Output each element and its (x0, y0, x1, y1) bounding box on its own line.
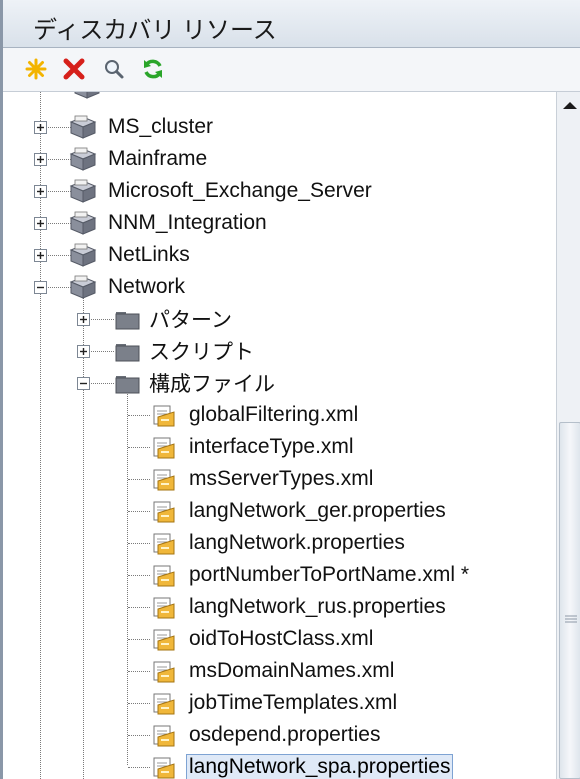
tree-file-portnumbertoportname-xml--label: portNumberToPortName.xml * (189, 563, 470, 586)
tree-file-langnetwork-ger-properties[interactable]: langNetwork_ger.properties (186, 496, 449, 526)
config-file-icon (153, 437, 175, 459)
discovery-resources-panel: ディスカバリ リソース MS_cluster Mainframe Microso… (0, 0, 580, 779)
delete-x-icon (63, 58, 85, 80)
expander-folder-0[interactable] (77, 313, 90, 326)
tree-file-globalfiltering-xml[interactable]: globalFiltering.xml (186, 400, 361, 430)
tree-package-network-label: Network (108, 275, 186, 298)
expander-nnm_integration[interactable] (34, 217, 47, 230)
tree-file-osdepend-properties-label: osdepend.properties (189, 723, 381, 746)
package-icon (69, 147, 97, 171)
config-file-icon (153, 757, 175, 779)
tree-file-msservertypes-xml[interactable]: msServerTypes.xml (186, 464, 376, 494)
tree-package-netlinks-label: NetLinks (108, 243, 190, 266)
config-file-icon (153, 405, 175, 427)
tree-file-msdomainnames-xml[interactable]: msDomainNames.xml (186, 656, 397, 686)
tree-folder-0[interactable]: パターン (146, 304, 235, 334)
scroll-thumb[interactable] (559, 422, 580, 779)
tree-package-microsoft-exchange-server-label: Microsoft_Exchange_Server (108, 179, 372, 202)
refresh-icon (144, 59, 162, 79)
tree-package-microsoft-exchange-server[interactable]: Microsoft_Exchange_Server (105, 176, 375, 206)
tree-file-interfacetype-xml-label: interfaceType.xml (189, 435, 354, 458)
package-icon (69, 211, 97, 235)
expander-network[interactable] (34, 281, 47, 294)
scroll-up-button[interactable] (559, 94, 580, 116)
package-icon (69, 115, 97, 139)
expander-mainframe[interactable] (34, 153, 47, 166)
tree-scrollbar[interactable] (556, 92, 580, 779)
tree-package-mainframe-label: Mainframe (108, 147, 208, 170)
expander-ms_cluster[interactable] (34, 121, 47, 134)
config-file-icon (153, 629, 175, 651)
tree-file-interfacetype-xml[interactable]: interfaceType.xml (186, 432, 357, 462)
package-icon (69, 243, 97, 267)
folder-icon (115, 312, 140, 330)
tree-package-mainframe[interactable]: Mainframe (105, 144, 210, 174)
tree-package-network[interactable]: Network (105, 272, 188, 302)
tree-package-nnm-integration-label: NNM_Integration (108, 211, 267, 234)
tree-file-langnetwork-spa-properties[interactable]: langNetwork_spa.properties (186, 752, 454, 779)
delete-resource-button[interactable] (59, 54, 89, 84)
resource-tree[interactable]: MS_cluster Mainframe Microsoft_Exchange_Se… (6, 92, 556, 779)
tree-folder-1[interactable]: スクリプト (146, 336, 257, 366)
tree-folder-0-label: パターン (149, 309, 232, 332)
new-resource-button[interactable] (21, 54, 51, 84)
expander-netlinks[interactable] (34, 249, 47, 262)
tree-package-netlinks[interactable]: NetLinks (105, 240, 193, 270)
config-file-icon (153, 597, 175, 619)
config-file-icon (153, 725, 175, 747)
tree-file-globalfiltering-xml-label: globalFiltering.xml (189, 403, 359, 426)
config-file-icon (153, 469, 175, 491)
search-icon (105, 60, 124, 79)
scroll-up-arrow-icon (563, 102, 577, 109)
tree-file-oidtohostclass-xml[interactable]: oidToHostClass.xml (186, 624, 376, 654)
folder-icon (115, 344, 140, 362)
tree-file-jobtimetemplates-xml-label: jobTimeTemplates.xml (189, 691, 398, 714)
tree-file-langnetwork-properties-label: langNetwork.properties (189, 531, 405, 554)
tree-file-msservertypes-xml-label: msServerTypes.xml (189, 467, 374, 490)
package-icon (69, 179, 97, 203)
tree-file-oidtohostclass-xml-label: oidToHostClass.xml (189, 627, 374, 650)
tree-file-jobtimetemplates-xml[interactable]: jobTimeTemplates.xml (186, 688, 400, 718)
tree-file-portnumbertoportname-xml-[interactable]: portNumberToPortName.xml * (186, 560, 472, 590)
search-button[interactable] (99, 54, 129, 84)
config-file-icon (153, 533, 175, 555)
package-icon (69, 275, 97, 299)
tree-package-ms-cluster[interactable]: MS_cluster (105, 112, 216, 142)
config-file-icon (153, 501, 175, 523)
tree-file-langnetwork-spa-properties-label: langNetwork_spa.properties (186, 754, 454, 779)
tree-file-langnetwork-rus-properties[interactable]: langNetwork_rus.properties (186, 592, 449, 622)
expander-folder-1[interactable] (77, 345, 90, 358)
config-file-icon (153, 693, 175, 715)
expander-folder-2[interactable] (77, 377, 90, 390)
panel-title: ディスカバリ リソース (33, 17, 277, 44)
tree-folder-2[interactable]: 構成ファイル (146, 368, 278, 398)
tree-file-langnetwork-ger-properties-label: langNetwork_ger.properties (189, 499, 446, 522)
tree-folder-2-label: 構成ファイル (149, 373, 275, 396)
tree-file-msdomainnames-xml-label: msDomainNames.xml (189, 659, 395, 682)
package-icon (74, 92, 100, 99)
tree-file-osdepend-properties[interactable]: osdepend.properties (186, 720, 383, 750)
tree-folder-1-label: スクリプト (149, 341, 254, 364)
scroll-grip-icon (565, 615, 577, 623)
config-file-icon (153, 661, 175, 683)
config-file-icon (153, 565, 175, 587)
tree-file-langnetwork-properties[interactable]: langNetwork.properties (186, 528, 408, 558)
folder-icon (115, 376, 140, 394)
expander-microsoft_exchange_server[interactable] (34, 185, 47, 198)
tree-package-ms-cluster-label: MS_cluster (108, 115, 214, 138)
tree-file-langnetwork-rus-properties-label: langNetwork_rus.properties (189, 595, 446, 618)
panel-title-bar: ディスカバリ リソース (3, 0, 580, 48)
refresh-button[interactable] (138, 54, 168, 84)
tree-package-nnm-integration[interactable]: NNM_Integration (105, 208, 270, 238)
toolbar (3, 48, 580, 92)
new-star-icon (25, 58, 47, 80)
